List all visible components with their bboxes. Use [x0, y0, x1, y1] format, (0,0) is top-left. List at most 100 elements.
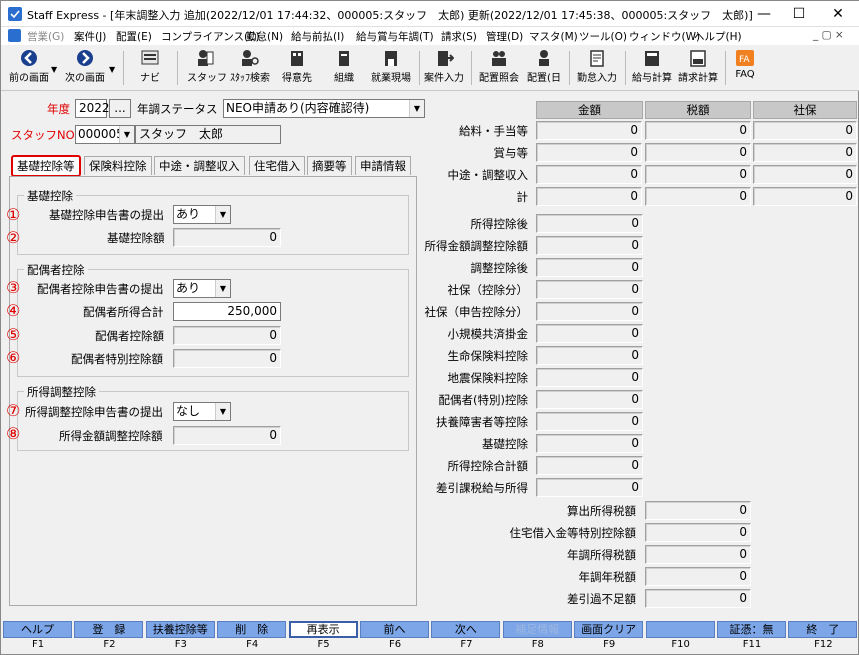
basic-submit-select[interactable]: あり ▼	[173, 205, 231, 224]
summary-value: 0	[536, 346, 643, 365]
summary-label: 社保（申告控除分）	[424, 305, 529, 319]
summary-label: 賞与等	[493, 146, 529, 160]
fkey-number: F6	[388, 639, 402, 650]
summary-label: 調整控除後	[470, 261, 529, 275]
menu-attendance[interactable]: 勤怠(N)	[246, 29, 283, 44]
assign-ref-button[interactable]: 配置照会	[477, 47, 521, 89]
back-arrow-icon	[21, 50, 37, 66]
navi-icon	[141, 50, 159, 65]
assign-day-icon	[539, 50, 549, 66]
site-button[interactable]: 就業現場	[369, 47, 413, 89]
menu-compliance[interactable]: コンプライアンス(C)	[161, 29, 260, 44]
summary-label: 社保（控除分）	[447, 283, 529, 297]
menu-jobs[interactable]: 案件(J)	[74, 29, 106, 44]
navi-button[interactable]: ナビ	[135, 47, 165, 89]
toolbar-separator	[419, 51, 420, 85]
summary-value: 0	[645, 501, 751, 520]
summary-value: 0	[536, 258, 643, 277]
toolbar-separator	[471, 51, 472, 85]
menu-help[interactable]: ヘルプ(H)	[694, 29, 742, 44]
faq-icon: FA	[736, 50, 754, 66]
summary-label: 計	[516, 190, 529, 204]
adj-submit-select[interactable]: なし ▼	[173, 402, 231, 421]
chevron-down-icon: ▼	[215, 403, 230, 420]
fkey-button-f11[interactable]: 証憑：無	[717, 621, 786, 638]
spouse-income-input[interactable]: 250,000	[173, 302, 281, 321]
summary-label: 配偶者(特別)控除	[438, 393, 528, 407]
spouse-submit-select[interactable]: あり ▼	[173, 279, 231, 298]
summary-label: 算出所得税額	[567, 504, 636, 518]
staff-button[interactable]: スタッフ	[187, 47, 227, 89]
summary-value: 0	[645, 143, 751, 162]
fkey-button-f8[interactable]: 補足情報	[502, 621, 572, 638]
summary-label: 所得控除合計額	[447, 459, 529, 473]
summary-value: 0	[645, 187, 751, 206]
tab-midyear-income[interactable]: 中途・調整収入	[154, 156, 245, 175]
menu-tools[interactable]: ツール(O)	[579, 29, 627, 44]
tab-application-info[interactable]: 申請情報	[355, 156, 411, 175]
menu-billing[interactable]: 請求(S)	[441, 29, 477, 44]
summary-value: 0	[536, 434, 643, 453]
fkey-button-f7[interactable]: 次へ	[431, 621, 501, 638]
status-select[interactable]: NEO申請あり(内容確認待) ▼	[223, 99, 425, 118]
menu-master[interactable]: マスタ(M)	[529, 29, 578, 44]
fkey-button-f10[interactable]	[645, 621, 715, 638]
fkey-button-f3[interactable]: 扶養控除等	[145, 621, 215, 638]
fkey-button-f5[interactable]: 再表示	[288, 621, 358, 638]
attendance-input-button[interactable]: 勤怠入力	[575, 47, 619, 89]
summary-value: 0	[753, 165, 857, 184]
fkey-button-f2[interactable]: 登 録	[74, 621, 144, 638]
tab-basic-deduction[interactable]: 基礎控除等	[11, 155, 81, 177]
close-icon[interactable]: ✕	[815, 1, 859, 27]
adj-amount-label: 所得金額調整控除額	[59, 429, 163, 443]
prev-dropdown-icon[interactable]: ▼	[51, 65, 57, 74]
staff-no-select[interactable]: 000005 ▼	[75, 125, 135, 144]
assign-day-button[interactable]: 配置(日	[525, 47, 563, 89]
menu-bar: 営業(G) 案件(J) 配置(E) コンプライアンス(C) 勤怠(N) 給与前払…	[1, 27, 859, 45]
mdi-controls[interactable]: _ ▢ ×	[813, 29, 844, 41]
menu-sales[interactable]: 営業(G)	[27, 29, 64, 44]
fkey-number: F3	[174, 639, 187, 650]
summary-value: 0	[753, 143, 857, 162]
staff-name-field: スタッフ 太郎	[135, 125, 281, 144]
fkey-button-f9[interactable]: 画面クリア	[574, 621, 644, 638]
pay-calc-button[interactable]: 給与計算	[631, 47, 673, 89]
fkey-button-f1[interactable]: ヘルプ	[3, 621, 72, 638]
spouse-deduct-label: 配偶者控除額	[95, 329, 164, 343]
client-button[interactable]: 得意先	[279, 47, 315, 89]
fkey-button-f12[interactable]: 終 了	[788, 621, 858, 638]
summary-value: 0	[645, 121, 751, 140]
summary-value: 0	[536, 478, 643, 497]
fkey-button-f6[interactable]: 前へ	[360, 621, 429, 638]
summary-label: 給料・手当等	[459, 124, 528, 138]
menu-payroll[interactable]: 給与賞与年調(T)	[356, 29, 434, 44]
tab-housing-loan[interactable]: 住宅借入	[249, 156, 305, 175]
tab-summary-notes[interactable]: 摘要等	[307, 156, 352, 175]
menu-advance[interactable]: 給与前払(I)	[291, 29, 344, 44]
next-dropdown-icon[interactable]: ▼	[109, 65, 115, 74]
spouse-special-label: 配偶者特別控除額	[71, 352, 163, 366]
faq-button[interactable]: FA FAQ	[729, 47, 761, 89]
marker-2: ②	[6, 228, 21, 247]
fkey-button-f4[interactable]: 削 除	[217, 621, 287, 638]
menu-window[interactable]: ウィンドウ(W)	[629, 29, 700, 44]
summary-value: 0	[536, 390, 643, 409]
tab-insurance[interactable]: 保険料控除	[84, 156, 152, 175]
summary-value: 0	[753, 121, 857, 140]
chevron-down-icon: ▼	[409, 100, 424, 117]
menu-assign[interactable]: 配置(E)	[116, 29, 152, 44]
summary-value: 0	[536, 280, 643, 299]
menu-admin[interactable]: 管理(D)	[486, 29, 523, 44]
next-screen-button[interactable]: 次の画面	[61, 47, 109, 89]
bill-calc-button[interactable]: 請求計算	[677, 47, 719, 89]
assign-ref-icon	[492, 51, 506, 66]
adj-amount-field: 0	[173, 426, 281, 445]
job-input-button[interactable]: 案件入力	[423, 47, 465, 89]
fkey-number: F8	[531, 639, 544, 650]
year-browse-button[interactable]: ...	[109, 99, 131, 118]
staff-search-button[interactable]: ｽﾀｯﾌ検索	[229, 47, 271, 89]
prev-screen-button[interactable]: 前の画面	[5, 47, 53, 89]
toolbar-separator	[177, 51, 178, 85]
year-input[interactable]: 2022	[75, 99, 110, 118]
org-button[interactable]: 組織	[329, 47, 359, 89]
